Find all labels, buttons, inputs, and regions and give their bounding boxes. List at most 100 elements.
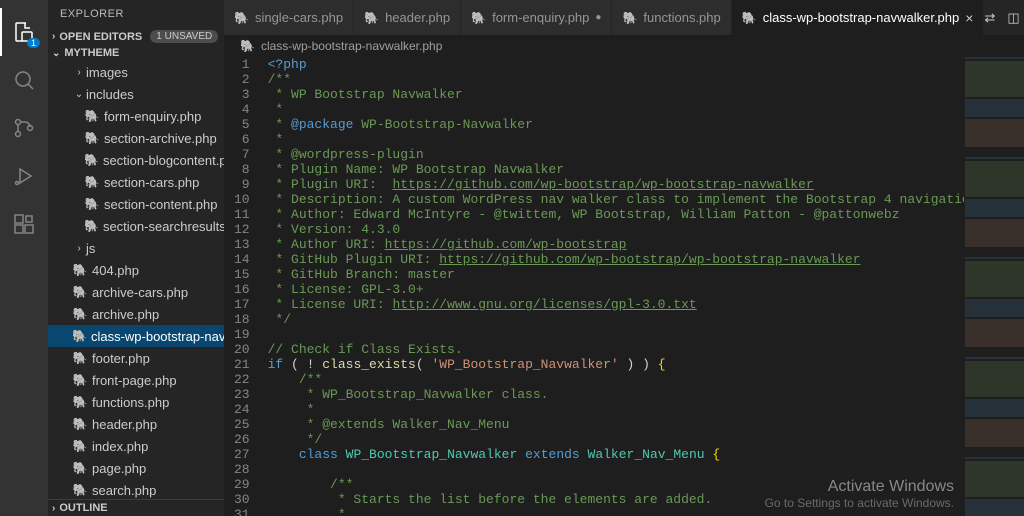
php-file-icon: 🐘 <box>72 417 88 431</box>
code-line[interactable]: * License: GPL-3.0+ <box>268 282 964 297</box>
code-line[interactable]: * Author: Edward McIntyre - @twittem, WP… <box>268 207 964 222</box>
php-file-icon: 🐘 <box>234 11 249 25</box>
code-line[interactable]: * <box>268 507 964 516</box>
code-line[interactable]: /** <box>268 72 964 87</box>
close-tab-icon[interactable]: × <box>965 10 973 26</box>
code-line[interactable]: * @package WP-Bootstrap-Navwalker <box>268 117 964 132</box>
file-item[interactable]: 🐘 404.php <box>48 259 224 281</box>
code-line[interactable]: * <box>268 132 964 147</box>
code-line[interactable]: * Description: A custom WordPress nav wa… <box>268 192 964 207</box>
file-item[interactable]: 🐘 header.php <box>48 413 224 435</box>
php-file-icon: 🐘 <box>84 131 100 145</box>
breadcrumb[interactable]: 🐘 class-wp-bootstrap-navwalker.php <box>224 35 1024 57</box>
code-line[interactable]: * WP Bootstrap Navwalker <box>268 87 964 102</box>
tab-label: single-cars.php <box>255 10 343 25</box>
code-line[interactable] <box>268 327 964 342</box>
file-item[interactable]: 🐘archive-cars.php <box>48 281 224 303</box>
code-line[interactable]: * Plugin Name: WP Bootstrap Navwalker <box>268 162 964 177</box>
tab-label: form-enquiry.php <box>492 10 589 25</box>
code-line[interactable]: * <box>268 102 964 117</box>
folder-item[interactable]: ›js <box>48 237 224 259</box>
code-line[interactable]: * <box>268 402 964 417</box>
php-file-icon: 🐘 <box>84 197 100 211</box>
file-item[interactable]: 🐘form-enquiry.php <box>48 105 224 127</box>
tree-item-label: 404.php <box>92 263 139 278</box>
project-header[interactable]: ⌄ MYTHEME <box>48 45 224 61</box>
explorer-badge: 1 <box>27 38 40 48</box>
tree-item-label: index.php <box>92 439 148 454</box>
php-file-icon: 🐘 <box>72 263 88 277</box>
code-line[interactable]: * License URI: http://www.gnu.org/licens… <box>268 297 964 312</box>
compare-changes-icon[interactable]: ⇄ <box>984 10 995 26</box>
code[interactable]: <?php/** * WP Bootstrap Navwalker * * @p… <box>268 57 964 516</box>
code-line[interactable]: * @wordpress-plugin <box>268 147 964 162</box>
folder-item[interactable]: ⌄includes <box>48 83 224 105</box>
code-line[interactable]: * Version: 4.3.0 <box>268 222 964 237</box>
php-file-icon: 🐘 <box>471 11 486 25</box>
chevron-icon: › <box>72 67 86 78</box>
extensions-icon[interactable] <box>0 200 48 248</box>
file-item[interactable]: 🐘footer.php <box>48 347 224 369</box>
php-file-icon: 🐘 <box>72 395 88 409</box>
outline-header[interactable]: › OUTLINE <box>48 499 224 516</box>
split-editor-icon[interactable]: ◫ <box>1007 10 1019 26</box>
code-line[interactable]: <?php <box>268 57 964 72</box>
file-item[interactable]: 🐘index.php <box>48 435 224 457</box>
tree-item-label: front-page.php <box>92 373 177 388</box>
editor-tab[interactable]: 🐘header.php <box>354 0 461 35</box>
folder-item[interactable]: ›images <box>48 61 224 83</box>
php-file-icon: 🐘 <box>240 39 255 53</box>
source-control-icon[interactable] <box>0 104 48 152</box>
code-line[interactable]: if ( ! class_exists( 'WP_Bootstrap_Navwa… <box>268 357 964 372</box>
tree-item-label: section-cars.php <box>104 175 199 190</box>
code-line[interactable]: */ <box>268 432 964 447</box>
code-line[interactable]: /** <box>268 372 964 387</box>
open-editors-header[interactable]: › OPEN EDITORS 1 UNSAVED <box>48 28 224 45</box>
code-line[interactable]: /** <box>268 477 964 492</box>
tree-item-label: class-wp-bootstrap-navwalker.php <box>91 329 224 344</box>
tree-item-label: search.php <box>92 483 156 498</box>
tree-item-label: section-blogcontent.php <box>103 153 224 168</box>
code-line[interactable]: */ <box>268 312 964 327</box>
debug-icon[interactable] <box>0 152 48 200</box>
file-item[interactable]: 🐘section-archive.php <box>48 127 224 149</box>
explorer-icon[interactable]: 1 <box>0 8 48 56</box>
file-item[interactable]: 🐘section-cars.php <box>48 171 224 193</box>
code-line[interactable]: * GitHub Branch: master <box>268 267 964 282</box>
code-line[interactable]: class WP_Bootstrap_Navwalker extends Wal… <box>268 447 964 462</box>
code-line[interactable]: * @extends Walker_Nav_Menu <box>268 417 964 432</box>
tab-label: functions.php <box>643 10 720 25</box>
code-line[interactable]: * Author URI: https://github.com/wp-boot… <box>268 237 964 252</box>
code-line[interactable]: * Starts the list before the elements ar… <box>268 492 964 507</box>
line-numbers: 1234567891011121314151617181920212223242… <box>224 57 268 516</box>
tree-item-label: header.php <box>92 417 157 432</box>
file-item[interactable]: 🐘archive.php <box>48 303 224 325</box>
sidebar: EXPLORER › OPEN EDITORS 1 UNSAVED ⌄ MYTH… <box>48 0 224 516</box>
file-item[interactable]: 🐘section-blogcontent.php <box>48 149 224 171</box>
search-icon[interactable] <box>0 56 48 104</box>
file-item[interactable]: 🐘class-wp-bootstrap-navwalker.php <box>48 325 224 347</box>
file-item[interactable]: 🐘section-searchresults.php <box>48 215 224 237</box>
file-item[interactable]: 🐘page.php <box>48 457 224 479</box>
breadcrumb-file: class-wp-bootstrap-navwalker.php <box>261 39 442 53</box>
code-line[interactable]: * GitHub Plugin URI: https://github.com/… <box>268 252 964 267</box>
chevron-right-icon: › <box>52 31 55 42</box>
editor-tab[interactable]: 🐘 single-cars.php <box>224 0 354 35</box>
code-line[interactable] <box>268 462 964 477</box>
chevron-right-icon: › <box>52 503 55 514</box>
outline-label: OUTLINE <box>59 502 107 514</box>
code-line[interactable]: // Check if Class Exists. <box>268 342 964 357</box>
editor-tab[interactable]: 🐘class-wp-bootstrap-navwalker.php× <box>732 0 985 35</box>
code-line[interactable]: * WP_Bootstrap_Navwalker class. <box>268 387 964 402</box>
editor-tab[interactable]: 🐘form-enquiry.php● <box>461 0 612 35</box>
file-item[interactable]: 🐘search.php <box>48 479 224 499</box>
php-file-icon: 🐘 <box>364 11 379 25</box>
file-item[interactable]: 🐘functions.php <box>48 391 224 413</box>
minimap[interactable] <box>964 57 1024 516</box>
chevron-icon: › <box>72 243 86 254</box>
editor-tab[interactable]: 🐘functions.php <box>612 0 731 35</box>
code-line[interactable]: * Plugin URI: https://github.com/wp-boot… <box>268 177 964 192</box>
file-item[interactable]: 🐘front-page.php <box>48 369 224 391</box>
editor-content: 1234567891011121314151617181920212223242… <box>224 57 1024 516</box>
file-item[interactable]: 🐘section-content.php <box>48 193 224 215</box>
